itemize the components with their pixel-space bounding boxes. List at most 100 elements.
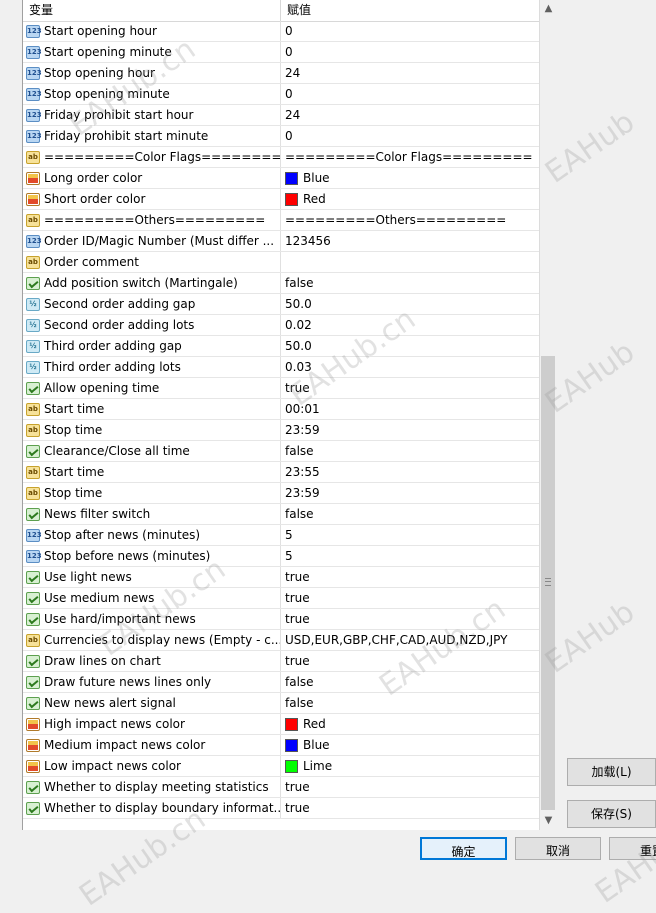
value-cell[interactable]: 0: [281, 126, 540, 146]
value-cell[interactable]: false: [281, 273, 540, 293]
value-cell[interactable]: true: [281, 378, 540, 398]
vertical-scrollbar[interactable]: ▲ ▼: [539, 0, 557, 830]
value-cell[interactable]: 50.0: [281, 294, 540, 314]
value-cell[interactable]: 5: [281, 525, 540, 545]
value-cell[interactable]: =========Others=========: [281, 210, 540, 230]
value-cell[interactable]: =========Color Flags=========: [281, 147, 540, 167]
value-cell[interactable]: Red: [281, 714, 540, 734]
table-row[interactable]: ½ Second order adding lots 0.02: [23, 315, 540, 336]
value-cell[interactable]: 24: [281, 63, 540, 83]
value-cell[interactable]: true: [281, 798, 540, 818]
table-row[interactable]: Medium impact news color Blue: [23, 735, 540, 756]
scrollbar-thumb[interactable]: [541, 356, 555, 810]
table-row[interactable]: Use hard/important news true: [23, 609, 540, 630]
value-cell[interactable]: false: [281, 441, 540, 461]
value-cell[interactable]: 0: [281, 42, 540, 62]
value-cell[interactable]: false: [281, 672, 540, 692]
value-cell[interactable]: false: [281, 504, 540, 524]
value-cell[interactable]: Red: [281, 189, 540, 209]
value-cell[interactable]: true: [281, 567, 540, 587]
table-row[interactable]: ½ Third order adding gap 50.0: [23, 336, 540, 357]
table-row[interactable]: Draw lines on chart true: [23, 651, 540, 672]
value-cell[interactable]: Blue: [281, 735, 540, 755]
value-cell[interactable]: 0: [281, 84, 540, 104]
ok-button[interactable]: 确定: [420, 837, 507, 860]
value-cell[interactable]: 00:01: [281, 399, 540, 419]
reset-button[interactable]: 重置: [609, 837, 656, 860]
load-button[interactable]: 加载(L): [567, 758, 656, 786]
value-cell[interactable]: true: [281, 777, 540, 797]
table-row[interactable]: Whether to display meeting statistics tru…: [23, 777, 540, 798]
table-row[interactable]: 123 Start opening minute 0: [23, 42, 540, 63]
table-row[interactable]: ab =========Color Flags========= =========…: [23, 147, 540, 168]
value-cell[interactable]: true: [281, 609, 540, 629]
variable-name: Friday prohibit start minute: [44, 129, 209, 143]
variable-value: 5: [285, 549, 293, 563]
value-cell[interactable]: 23:59: [281, 420, 540, 440]
table-row[interactable]: Draw future news lines only false: [23, 672, 540, 693]
table-row[interactable]: ab Order comment: [23, 252, 540, 273]
table-row[interactable]: New news alert signal false: [23, 693, 540, 714]
cancel-button[interactable]: 取消: [515, 837, 601, 860]
value-cell[interactable]: 0.03: [281, 357, 540, 377]
value-cell[interactable]: USD,EUR,GBP,CHF,CAD,AUD,NZD,JPY: [281, 630, 540, 650]
table-row[interactable]: Use light news true: [23, 567, 540, 588]
table-row[interactable]: 123 Order ID/Magic Number (Must differ ..…: [23, 231, 540, 252]
table-row[interactable]: Add position switch (Martingale) false: [23, 273, 540, 294]
value-cell[interactable]: [281, 252, 540, 272]
table-row[interactable]: 123 Friday prohibit start hour 24: [23, 105, 540, 126]
boolean-type-icon: [26, 276, 40, 290]
boolean-type-icon: [26, 570, 40, 584]
inputs-grid: 变量 赋值 123 Start opening hour 0 123 Start ope…: [22, 0, 540, 830]
table-row[interactable]: Long order color Blue: [23, 168, 540, 189]
save-button[interactable]: 保存(S): [567, 800, 656, 828]
value-cell[interactable]: false: [281, 693, 540, 713]
table-row[interactable]: Low impact news color Lime: [23, 756, 540, 777]
variable-value: 0: [285, 87, 293, 101]
value-cell[interactable]: 0.02: [281, 315, 540, 335]
table-row[interactable]: ½ Third order adding lots 0.03: [23, 357, 540, 378]
double-type-icon: ½: [26, 360, 40, 374]
column-header-variable[interactable]: 变量: [23, 0, 281, 21]
variable-name: Currencies to display news (Empty - c...: [44, 633, 281, 647]
value-cell[interactable]: 23:55: [281, 462, 540, 482]
table-row[interactable]: 123 Friday prohibit start minute 0: [23, 126, 540, 147]
value-cell[interactable]: true: [281, 651, 540, 671]
table-row[interactable]: ab Stop time 23:59: [23, 483, 540, 504]
value-cell[interactable]: 5: [281, 546, 540, 566]
table-row[interactable]: ab =========Others========= =========Other…: [23, 210, 540, 231]
scroll-up-arrow-icon[interactable]: ▲: [541, 0, 556, 17]
value-cell[interactable]: 123456: [281, 231, 540, 251]
table-row[interactable]: 123 Stop opening minute 0: [23, 84, 540, 105]
value-cell[interactable]: Lime: [281, 756, 540, 776]
table-row[interactable]: Whether to display boundary informat... t…: [23, 798, 540, 819]
table-row[interactable]: High impact news color Red: [23, 714, 540, 735]
column-header-value[interactable]: 赋值: [281, 0, 311, 21]
table-row[interactable]: ab Currencies to display news (Empty - c.…: [23, 630, 540, 651]
variable-value: 00:01: [285, 402, 320, 416]
value-cell[interactable]: 50.0: [281, 336, 540, 356]
table-row[interactable]: Allow opening time true: [23, 378, 540, 399]
table-row[interactable]: ½ Second order adding gap 50.0: [23, 294, 540, 315]
variable-name: Whether to display boundary informat...: [44, 801, 281, 815]
value-cell[interactable]: 0: [281, 21, 540, 41]
variable-value: 23:59: [285, 423, 320, 437]
variable-value: Red: [303, 192, 326, 206]
value-cell[interactable]: Blue: [281, 168, 540, 188]
table-row[interactable]: 123 Start opening hour 0: [23, 21, 540, 42]
table-row[interactable]: 123 Stop after news (minutes) 5: [23, 525, 540, 546]
value-cell[interactable]: 23:59: [281, 483, 540, 503]
table-row[interactable]: News filter switch false: [23, 504, 540, 525]
table-row[interactable]: Clearance/Close all time false: [23, 441, 540, 462]
table-row[interactable]: ab Stop time 23:59: [23, 420, 540, 441]
string-type-icon: ab: [26, 486, 40, 500]
table-row[interactable]: ab Start time 00:01: [23, 399, 540, 420]
table-row[interactable]: Short order color Red: [23, 189, 540, 210]
table-row[interactable]: 123 Stop before news (minutes) 5: [23, 546, 540, 567]
value-cell[interactable]: true: [281, 588, 540, 608]
table-row[interactable]: Use medium news true: [23, 588, 540, 609]
scroll-down-arrow-icon[interactable]: ▼: [541, 812, 556, 829]
table-row[interactable]: ab Start time 23:55: [23, 462, 540, 483]
table-row[interactable]: 123 Stop opening hour 24: [23, 63, 540, 84]
value-cell[interactable]: 24: [281, 105, 540, 125]
